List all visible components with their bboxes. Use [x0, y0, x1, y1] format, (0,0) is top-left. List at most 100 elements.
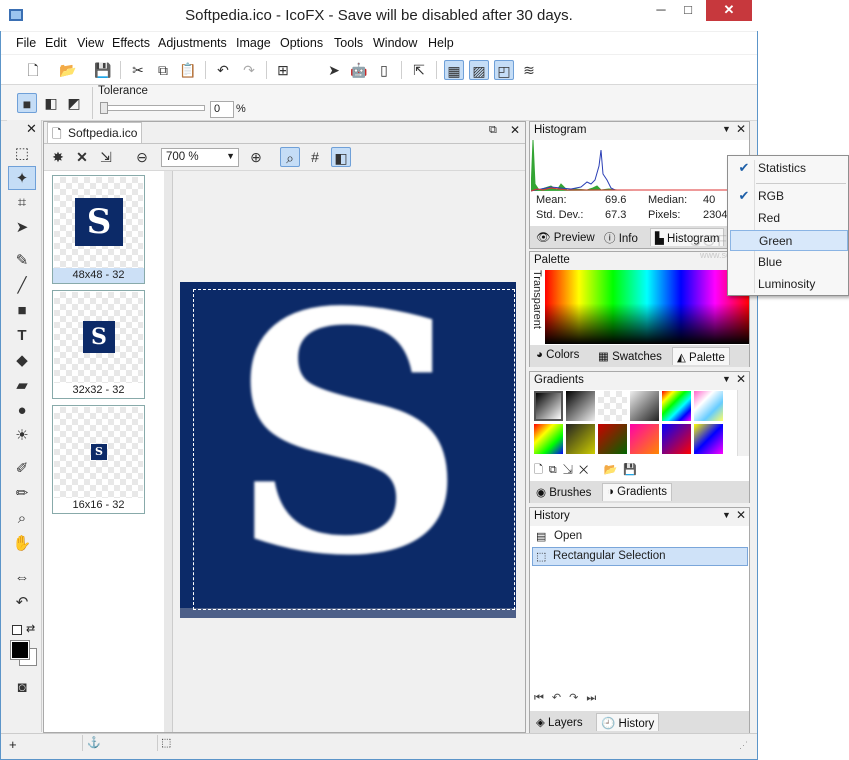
reset-colors-icon[interactable] [12, 625, 22, 635]
tab-colors[interactable]: ◕ Colors [532, 347, 583, 365]
move-tool-icon[interactable]: ➤ [8, 216, 36, 240]
menu-window[interactable]: Window [373, 36, 417, 50]
grid-icon[interactable]: # [305, 147, 325, 167]
eyedropper-tool-icon[interactable]: ✐ [8, 457, 36, 481]
restore-doc-icon[interactable]: ⧉ [489, 124, 497, 137]
rotate-tool-icon[interactable]: ↶ [8, 591, 36, 615]
foreground-color-swatch[interactable] [10, 640, 30, 660]
gradient-swatches[interactable] [532, 390, 732, 456]
windows-icon[interactable]: ⊞ [273, 60, 293, 80]
tab-palette[interactable]: ◭ Palette [672, 347, 730, 365]
gradient-swatch[interactable] [662, 424, 691, 454]
import-image-icon[interactable]: ⇲ [96, 147, 116, 167]
menu-options[interactable]: Options [280, 36, 323, 50]
history-item-selection[interactable]: Rectangular Selection [532, 547, 748, 566]
tab-history[interactable]: 🕘 History [596, 713, 660, 731]
close-button[interactable]: ✕ [706, 0, 752, 21]
extract-icon[interactable]: ⇱ [409, 60, 429, 80]
gradient-actions-icon[interactable]: 🗋⧉⇲✕ 📂💾 [534, 461, 643, 480]
save-icon[interactable]: 💾 [93, 60, 113, 80]
gradient-swatch[interactable] [598, 424, 627, 454]
selection-icon[interactable]: ◰ [494, 60, 514, 80]
eraser-tool-icon[interactable]: ▰ [8, 374, 36, 398]
gradient-swatch[interactable] [694, 424, 723, 454]
undo-icon[interactable]: ↶ [213, 60, 233, 80]
gradient-swatch[interactable] [598, 391, 627, 421]
tab-brushes[interactable]: ◉ Brushes [532, 483, 595, 501]
panel-menu-icon[interactable]: ▼ [722, 374, 731, 384]
rectangle-tool-icon[interactable]: ■ [8, 299, 36, 323]
menu-adjustments[interactable]: Adjustments [158, 36, 227, 50]
menu-view[interactable]: View [77, 36, 104, 50]
rect-select-tool-icon[interactable]: ⬚ [8, 142, 36, 166]
copy-icon[interactable]: ⧉ [153, 60, 173, 80]
gradients-scrollbar[interactable] [737, 390, 749, 456]
gradient-swatch[interactable] [662, 391, 691, 421]
selection-mode-add-icon[interactable]: ◧ [41, 93, 61, 113]
menu-tools[interactable]: Tools [334, 36, 363, 50]
menu-item-red[interactable]: Red [730, 208, 848, 229]
transparency-grid-icon[interactable]: ▦ [444, 60, 464, 80]
gradient-swatch[interactable] [694, 391, 723, 421]
text-tool-icon[interactable]: T [8, 324, 36, 348]
close-panel-icon[interactable]: ✕ [736, 508, 746, 522]
swap-colors-icon[interactable]: ⇄ [26, 622, 35, 635]
android-icon[interactable]: 🤖 [349, 60, 369, 80]
new-image-icon[interactable]: ✸ [48, 147, 68, 167]
flip-tool-icon[interactable]: ⇔ [8, 566, 36, 590]
tolerance-slider[interactable] [100, 102, 205, 114]
menu-item-luminosity[interactable]: Luminosity [730, 274, 848, 295]
hatch-icon[interactable]: ▨ [469, 60, 489, 80]
image-canvas[interactable]: S [180, 282, 516, 618]
cut-icon[interactable]: ✂ [128, 60, 148, 80]
gradient-swatch[interactable] [534, 391, 563, 421]
gradient-swatch[interactable] [566, 391, 595, 421]
bulb-tool-icon[interactable]: ☀ [8, 424, 36, 448]
menu-help[interactable]: Help [428, 36, 454, 50]
brush-tool-icon[interactable]: ✎ [8, 249, 36, 273]
line-tool-icon[interactable]: ╱ [8, 274, 36, 298]
mobile-icon[interactable]: ▯ [374, 60, 394, 80]
hand-tool-icon[interactable]: ✋ [8, 532, 36, 556]
tab-swatches[interactable]: ▦ Swatches [594, 347, 666, 365]
close-tools-icon[interactable]: ✕ [26, 121, 37, 137]
resize-grip-icon[interactable]: ⋰ [739, 740, 748, 751]
maximize-button[interactable]: □ [675, 0, 701, 21]
new-file-icon[interactable]: 🗋 [23, 60, 43, 80]
cursor-icon[interactable]: ➤ [324, 60, 344, 80]
close-panel-icon[interactable]: ✕ [736, 372, 746, 386]
menu-item-green[interactable]: Green [730, 230, 848, 251]
transparent-strip[interactable]: Transparent [530, 270, 544, 344]
tab-info[interactable]: ⓘ Info [600, 228, 642, 246]
thumb-16[interactable]: S 16x16 - 32 [52, 405, 145, 514]
thumbs-scrollbar[interactable] [164, 171, 172, 732]
redo-icon[interactable]: ↷ [239, 60, 259, 80]
zoom-in-icon[interactable]: ⊕ [246, 147, 266, 167]
close-panel-icon[interactable]: ✕ [736, 122, 746, 136]
apple-icon[interactable] [299, 60, 319, 80]
history-nav-icons[interactable]: ⏮↶↷⏭ [534, 691, 604, 705]
blur-tool-icon[interactable]: ● [8, 399, 36, 423]
history-item-open[interactable]: Open [532, 528, 748, 547]
gradient-swatch[interactable] [630, 391, 659, 421]
menu-effects[interactable]: Effects [112, 36, 150, 50]
paste-icon[interactable]: 📋 [178, 60, 198, 80]
panel-menu-icon[interactable]: ▼ [722, 124, 731, 134]
zoom-out-icon[interactable]: ⊖ [132, 147, 152, 167]
panel-menu-icon[interactable]: ▼ [722, 510, 731, 520]
selection-mode-new-icon[interactable]: ■ [17, 93, 37, 113]
menu-image[interactable]: Image [236, 36, 271, 50]
close-doc-icon[interactable]: ✕ [510, 123, 520, 137]
slider-thumb[interactable] [100, 102, 108, 114]
tab-layers[interactable]: ◈ Layers [532, 713, 587, 731]
crop-tool-icon[interactable]: ⌗ [8, 191, 36, 215]
mask-mode-icon[interactable]: ◙ [8, 676, 36, 700]
open-folder-icon[interactable]: 📂 [58, 60, 78, 80]
pencil-tool-icon[interactable]: ✏ [8, 482, 36, 506]
tab-gradients[interactable]: ◑ Gradients [602, 483, 673, 501]
magic-wand-tool-icon[interactable]: ✦ [8, 166, 36, 190]
zoom-tool-icon[interactable]: ⌕ [8, 507, 36, 531]
menu-item-statistics[interactable]: ✔ Statistics [730, 158, 848, 180]
menu-item-rgb[interactable]: ✔ RGB [730, 186, 848, 207]
gradient-swatch[interactable] [566, 424, 595, 454]
